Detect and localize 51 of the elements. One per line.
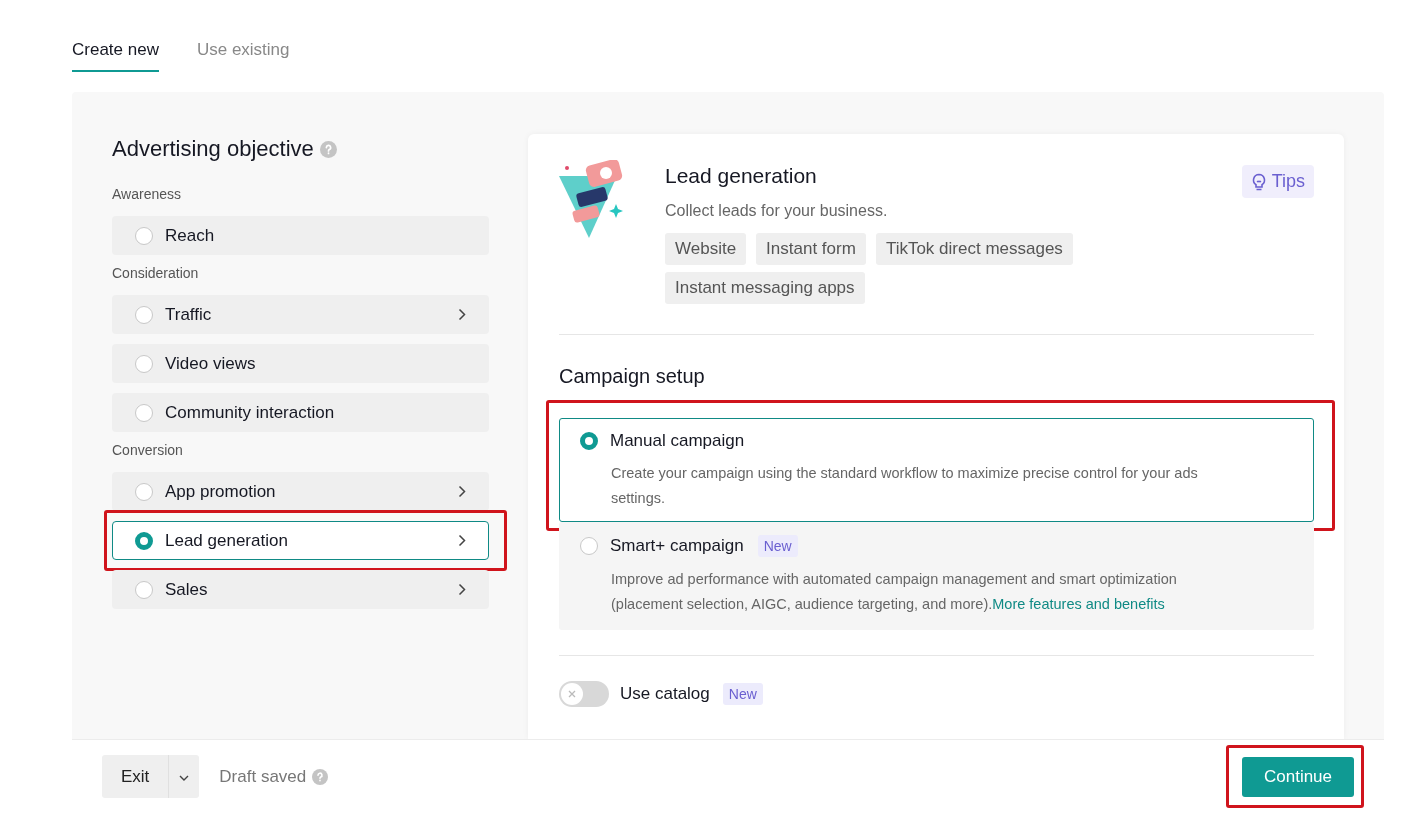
objective-option[interactable]: App promotion	[112, 472, 489, 511]
catalog-label: Use catalog	[620, 684, 710, 704]
tag: Instant form	[756, 233, 866, 265]
chevron-right-icon	[458, 308, 466, 321]
group-label: Awareness	[112, 186, 182, 202]
radio-button[interactable]	[135, 531, 153, 550]
exit-button[interactable]: Exit	[102, 755, 169, 798]
features-link[interactable]: More features and benefits	[992, 596, 1165, 612]
radio-button[interactable]	[580, 537, 598, 555]
objective-option[interactable]: Reach	[112, 216, 489, 255]
tag: Website	[665, 233, 747, 265]
radio-button[interactable]	[135, 226, 153, 245]
chevron-right-icon	[458, 485, 466, 498]
objective-description: Collect leads for your business.	[665, 202, 889, 220]
option-description: Improve ad performance with automated campaign management and smart optimization (placement selection, AIGC, audience targeting, and more).More features and benefits	[611, 570, 1178, 614]
radio-button[interactable]	[135, 403, 153, 422]
tips-button[interactable]: Tips	[1241, 165, 1314, 198]
lightbulb-icon	[1250, 172, 1267, 191]
objective-option[interactable]: Traffic	[112, 295, 489, 334]
objective-title: Lead generation	[665, 164, 818, 188]
objective-option[interactable]: Video views	[112, 344, 489, 383]
radio-button[interactable]	[135, 482, 153, 501]
help-icon[interactable]	[319, 140, 337, 158]
radio-button[interactable]	[135, 580, 153, 599]
objective-option[interactable]: Sales	[112, 570, 489, 609]
exit-dropdown-button[interactable]	[168, 755, 200, 798]
campaign-option[interactable]: Smart+ campaign New Improve ad performance with automated campaign management and smart optimization (placement selection, AIGC, audience targeting, and more).More features and benefits	[559, 522, 1314, 630]
tab[interactable]: Use existing	[196, 40, 290, 72]
radio-button[interactable]	[580, 432, 598, 450]
chevron-right-icon	[458, 583, 466, 596]
tag: Instant messaging apps	[665, 272, 865, 304]
chevron-right-icon	[458, 534, 466, 547]
group-label: Conversion	[112, 442, 184, 458]
tag: TikTok direct messages	[875, 233, 1073, 265]
objective-option[interactable]: Community interaction	[112, 393, 489, 432]
radio-button[interactable]	[135, 354, 153, 373]
option-description: Create your campaign using the standard workflow to maximize precise control for your ads settings.	[611, 464, 1199, 508]
new-badge: New	[757, 535, 798, 557]
caret-icon	[179, 775, 190, 781]
group-label: Consideration	[112, 265, 200, 281]
radio-button[interactable]	[135, 305, 153, 324]
toggle-switch[interactable]	[559, 681, 609, 707]
campaign-option[interactable]: Manual campaign Create your campaign using the standard workflow to maximize precise control for your ads settings.	[559, 418, 1314, 522]
objective-option[interactable]: Lead generation	[112, 521, 489, 560]
draft-status: Draft saved	[219, 766, 307, 787]
close-icon	[568, 690, 576, 698]
help-icon[interactable]	[312, 768, 329, 785]
tab[interactable]: Create new	[72, 40, 159, 72]
section-title: Campaign setup	[559, 365, 706, 388]
section-title: Advertising objective	[112, 136, 314, 162]
new-badge: New	[722, 683, 763, 705]
